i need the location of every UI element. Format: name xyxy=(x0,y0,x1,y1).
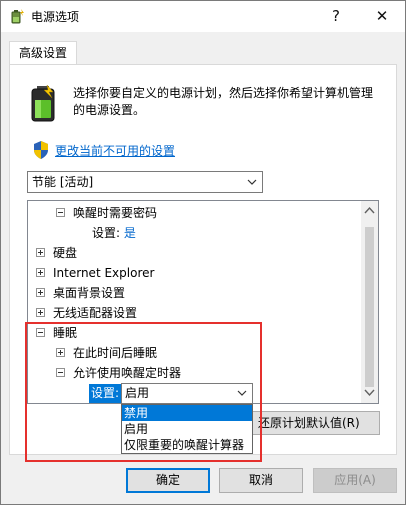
tree-item-wake-password-setting[interactable]: 设置: 是 xyxy=(92,223,136,243)
window-title: 电源选项 xyxy=(31,10,80,24)
intro-text: 选择你要自定义的电源计划，然后选择你希望计算机管理 的电源设置。 xyxy=(73,85,391,119)
apply-button[interactable]: 应用(A) xyxy=(313,468,397,493)
intro-line-1: 选择你要自定义的电源计划，然后选择你希望计算机管理 xyxy=(73,86,374,100)
wake-timer-setting-value: 启用 xyxy=(125,386,150,400)
scroll-up-icon[interactable] xyxy=(364,206,375,215)
scroll-down-icon[interactable] xyxy=(364,388,375,397)
tree-item-desktop-background[interactable]: 桌面背景设置 xyxy=(36,283,125,303)
close-button[interactable]: ✕ xyxy=(359,1,405,32)
tree-item-sleep[interactable]: 睡眠 xyxy=(36,323,77,343)
wake-timer-dropdown-list[interactable]: 禁用 启用 仅限重要的唤醒计算器 xyxy=(121,404,253,454)
tree-scrollbar[interactable] xyxy=(361,201,378,403)
power-options-icon xyxy=(11,9,24,24)
change-unavailable-settings-link[interactable]: 更改当前不可用的设置 xyxy=(55,142,175,159)
tree-item-wake-password[interactable]: 唤醒时需要密码 xyxy=(56,203,157,223)
collapse-icon[interactable] xyxy=(56,208,65,217)
tree-item-internet-explorer[interactable]: Internet Explorer xyxy=(36,263,154,283)
expand-icon[interactable] xyxy=(36,288,45,297)
power-plan-value: 节能 [活动] xyxy=(32,175,94,189)
help-button[interactable]: ? xyxy=(313,1,359,32)
expand-icon[interactable] xyxy=(36,308,45,317)
power-plan-select[interactable]: 节能 [活动] xyxy=(27,171,263,193)
uac-shield-icon xyxy=(34,141,48,159)
battery-icon xyxy=(31,85,55,122)
tree-item-wake-timers[interactable]: 允许使用唤醒定时器 xyxy=(56,363,181,383)
intro-line-2: 的电源设置。 xyxy=(73,103,146,117)
wake-timer-setting-select[interactable]: 启用 xyxy=(121,383,253,404)
chevron-down-icon xyxy=(247,179,257,185)
setting-value: 是 xyxy=(123,226,136,240)
chevron-down-icon xyxy=(237,390,247,396)
expand-icon[interactable] xyxy=(36,268,45,277)
power-options-dialog: 电源选项 ? ✕ 高级设置 选择你要自定义的电源计划，然后选择你希望计算机管理 … xyxy=(0,0,406,505)
dropdown-option-disable[interactable]: 禁用 xyxy=(122,405,252,421)
tree-item-hard-disk[interactable]: 硬盘 xyxy=(36,243,77,263)
scrollbar-thumb[interactable] xyxy=(365,227,374,387)
tree-item-sleep-after[interactable]: 在此时间后睡眠 xyxy=(56,343,157,363)
tree-item-wireless-adapter[interactable]: 无线适配器设置 xyxy=(36,303,137,323)
ok-button[interactable]: 确定 xyxy=(126,468,210,493)
expand-icon[interactable] xyxy=(56,348,65,357)
cancel-button[interactable]: 取消 xyxy=(219,468,303,493)
expand-icon[interactable] xyxy=(36,248,45,257)
dropdown-option-enable[interactable]: 启用 xyxy=(122,421,252,437)
tab-advanced-settings[interactable]: 高级设置 xyxy=(9,41,77,65)
collapse-icon[interactable] xyxy=(36,328,45,337)
settings-tree[interactable]: 唤醒时需要密码 设置: 是 硬盘 Internet Explorer 桌面背景设… xyxy=(27,200,379,404)
dropdown-option-important-only[interactable]: 仅限重要的唤醒计算器 xyxy=(122,437,252,453)
title-bar: 电源选项 ? ✕ xyxy=(1,1,405,32)
restore-plan-defaults-button[interactable]: 还原计划默认值(R) xyxy=(239,411,380,435)
collapse-icon[interactable] xyxy=(56,368,65,377)
wake-timer-setting-label: 设置: xyxy=(89,384,122,403)
